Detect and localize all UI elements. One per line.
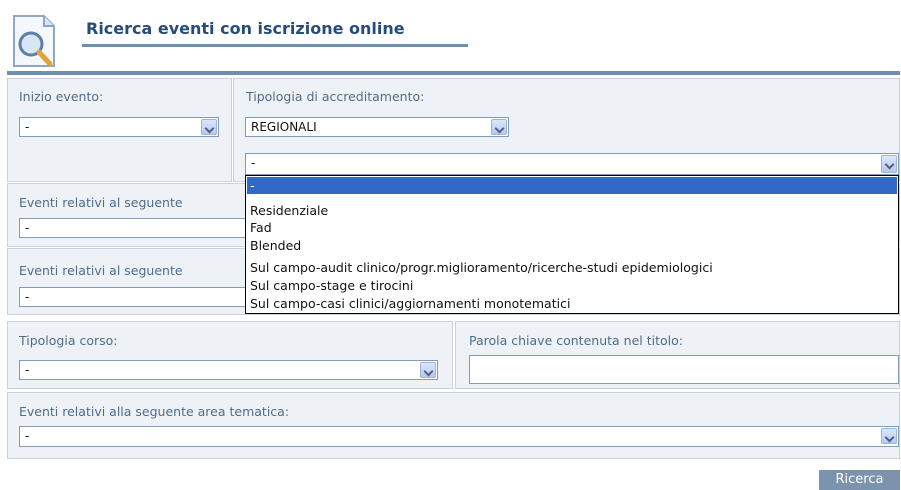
inizio-evento-label: Inizio evento: — [19, 89, 104, 104]
eventi-seguente-1-label: Eventi relativi al seguente — [19, 195, 183, 210]
dropdown-option[interactable]: Blended — [247, 237, 897, 254]
tipologia-corso-value: - — [25, 363, 30, 377]
search-button[interactable]: Ricerca — [819, 470, 900, 490]
tipologia-sub-value: - — [251, 156, 256, 170]
chevron-down-icon[interactable] — [420, 362, 436, 378]
inizio-evento-select[interactable]: - — [19, 117, 219, 137]
area-tematica-select[interactable]: - — [19, 426, 899, 447]
eventi-seguente-2-label: Eventi relativi al seguente — [19, 263, 183, 278]
title-underline — [82, 44, 468, 47]
tipologia-sub-select[interactable]: - — [245, 153, 899, 175]
tipologia-accreditamento-select[interactable]: REGIONALI — [245, 117, 509, 137]
eventi-seguente-1-value: - — [25, 221, 30, 235]
page-title-bar: Ricerca eventi con iscrizione online — [82, 17, 468, 47]
tipologia-corso-label: Tipologia corso: — [19, 333, 118, 348]
form-top-divider — [7, 71, 900, 75]
chevron-down-icon[interactable] — [491, 119, 507, 135]
chevron-down-icon[interactable] — [881, 428, 897, 444]
eventi-seguente-2-value: - — [25, 290, 30, 304]
dropdown-option[interactable]: Residenziale — [247, 202, 897, 219]
chevron-down-icon[interactable] — [881, 155, 897, 173]
page-title: Ricerca eventi con iscrizione online — [86, 19, 405, 38]
tipologia-accreditamento-label: Tipologia di accreditamento: — [246, 89, 425, 104]
area-tematica-label: Eventi relativi alla seguente area temat… — [19, 404, 290, 419]
tipologia-dropdown-list[interactable]: - Residenziale Fad Blended Sul campo-aud… — [245, 175, 899, 314]
inizio-evento-value: - — [25, 120, 30, 134]
dropdown-option[interactable]: Fad — [247, 219, 897, 236]
parola-chiave-input[interactable] — [469, 355, 899, 384]
parola-chiave-label: Parola chiave contenuta nel titolo: — [469, 333, 683, 348]
tipologia-corso-select[interactable]: - — [19, 360, 438, 380]
dropdown-option[interactable]: Sul campo-stage e tirocini — [247, 277, 897, 294]
area-tematica-value: - — [25, 429, 30, 443]
chevron-down-icon[interactable] — [201, 119, 217, 135]
dropdown-option[interactable]: Sul campo-casi clinici/aggiornamenti mon… — [247, 295, 897, 312]
dropdown-option[interactable]: - — [247, 177, 897, 194]
dropdown-option[interactable]: Sul campo-audit clinico/progr.migliorame… — [247, 259, 897, 276]
tipologia-accreditamento-value: REGIONALI — [251, 120, 317, 134]
search-document-icon — [13, 15, 55, 67]
